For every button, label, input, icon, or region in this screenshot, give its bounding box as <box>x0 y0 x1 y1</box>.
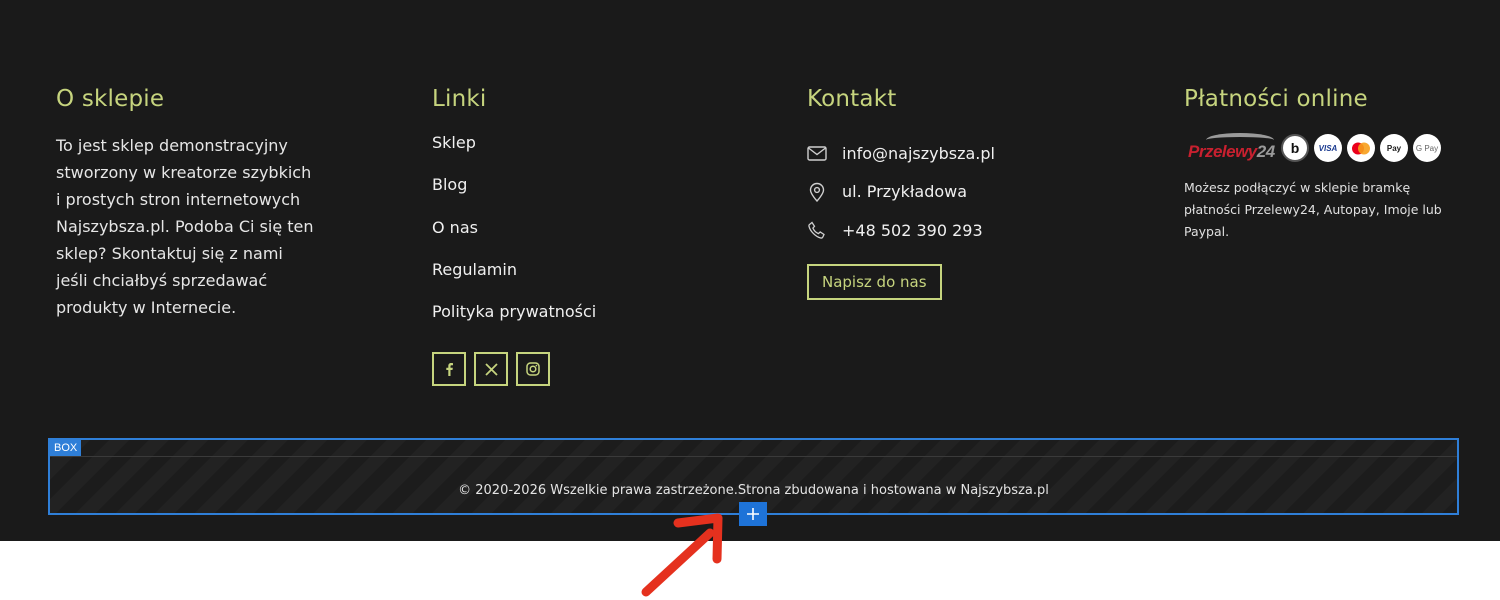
blik-logo-text: b <box>1290 140 1300 156</box>
payments-text: Możesz podłączyć w sklepie bramkę płatno… <box>1184 180 1442 239</box>
instagram-button[interactable] <box>516 352 550 386</box>
przelewy24-logo: Przelewy24 <box>1184 133 1276 163</box>
visa-logo: VISA <box>1314 134 1342 162</box>
contact-title: Kontakt <box>807 86 897 112</box>
instagram-icon <box>526 362 540 376</box>
contact-us-button[interactable]: Napisz do nas <box>807 263 942 300</box>
location-pin-icon <box>807 182 827 202</box>
mastercard-logo <box>1347 134 1375 162</box>
przelewy24-number: 24 <box>1256 142 1275 161</box>
apple-pay-text: Pay <box>1386 143 1402 153</box>
links-list: Sklep Blog O nas Regulamin Polityka pryw… <box>432 133 596 344</box>
payments-column: Płatności online Przelewy24 b VISA Pay G… <box>1184 86 1444 243</box>
about-column: O sklepie To jest sklep demonstracyjny s… <box>56 86 316 321</box>
footer-link-polityka[interactable]: Polityka prywatności <box>432 302 596 344</box>
contact-email-text: info@najszybsza.pl <box>842 143 995 163</box>
blik-logo: b <box>1281 134 1309 162</box>
x-button[interactable] <box>474 352 508 386</box>
add-block-button[interactable] <box>739 502 767 526</box>
box-divider <box>50 456 1457 457</box>
about-title: O sklepie <box>56 86 165 112</box>
links-column: Linki Sklep Blog O nas Regulamin Polityk… <box>432 86 596 386</box>
contact-phone-text: +48 502 390 293 <box>842 220 983 240</box>
plus-icon <box>747 508 759 520</box>
envelope-icon <box>807 146 827 161</box>
contact-phone[interactable]: +48 502 390 293 <box>807 211 995 250</box>
payment-logos: Przelewy24 b VISA Pay G Pay <box>1184 133 1444 163</box>
contact-email[interactable]: info@najszybsza.pl <box>807 134 995 173</box>
payments-title: Płatności online <box>1184 86 1368 112</box>
about-text: To jest sklep demonstracyjny stworzony w… <box>56 136 314 317</box>
contact-address: ul. Przykładowa <box>807 173 995 212</box>
footer-link-o-nas[interactable]: O nas <box>432 218 596 260</box>
box-tag[interactable]: BOX <box>50 440 82 456</box>
links-title: Linki <box>432 86 487 112</box>
contact-address-text: ul. Przykładowa <box>842 182 968 202</box>
footer: O sklepie To jest sklep demonstracyjny s… <box>0 0 1500 541</box>
google-pay-logo: G Pay <box>1413 134 1441 162</box>
facebook-icon <box>446 363 453 376</box>
facebook-button[interactable] <box>432 352 466 386</box>
footer-link-sklep[interactable]: Sklep <box>432 133 596 175</box>
footer-link-blog[interactable]: Blog <box>432 175 596 217</box>
przelewy24-text: Przelewy <box>1188 142 1257 161</box>
phone-icon <box>807 221 827 239</box>
visa-logo-text: VISA <box>1318 143 1338 153</box>
contact-column: Kontakt info@najszybsza.pl ul. Przykłado… <box>807 86 995 300</box>
copyright-text: © 2020-2026 Wszelkie prawa zastrzeżone.S… <box>458 483 1049 498</box>
google-pay-text: G Pay <box>1415 143 1439 153</box>
social-links <box>432 352 550 386</box>
annotation-arrow-icon <box>641 513 723 597</box>
apple-pay-logo: Pay <box>1380 134 1408 162</box>
footer-link-regulamin[interactable]: Regulamin <box>432 260 596 302</box>
x-icon <box>484 362 498 376</box>
